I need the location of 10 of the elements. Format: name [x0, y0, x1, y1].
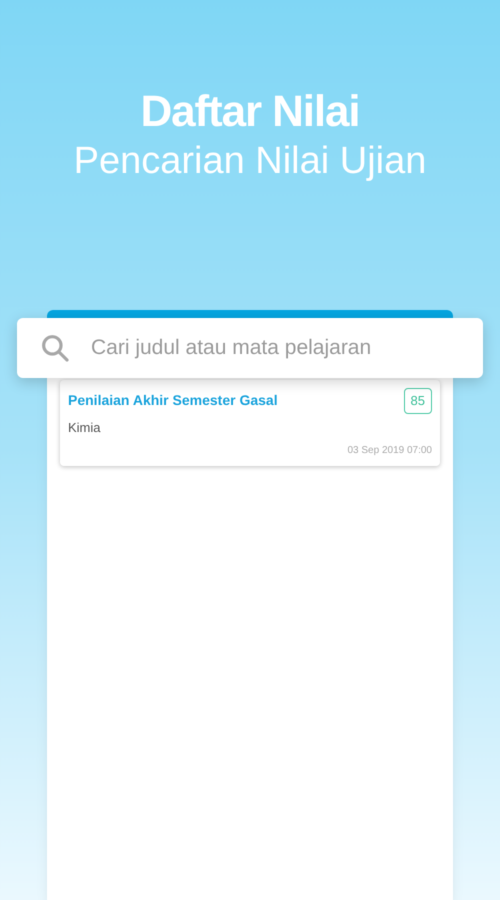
- search-input[interactable]: Cari judul atau mata pelajaran: [91, 332, 461, 364]
- result-title: Penilaian Akhir Semester Gasal: [68, 391, 278, 410]
- search-icon: [39, 332, 71, 364]
- score-badge: 85: [404, 388, 432, 414]
- result-date: 03 Sep 2019 07:00: [347, 444, 432, 458]
- search-field[interactable]: Cari judul atau mata pelajaran: [17, 318, 483, 378]
- result-card[interactable]: Penilaian Akhir Semester Gasal 85 Kimia 03 Sep 2019 07:00: [60, 380, 440, 466]
- result-subject: Kimia: [68, 418, 102, 436]
- page-subtitle: Pencarian Nilai Ujian: [74, 139, 426, 184]
- page-title: Daftar Nilai: [140, 86, 360, 138]
